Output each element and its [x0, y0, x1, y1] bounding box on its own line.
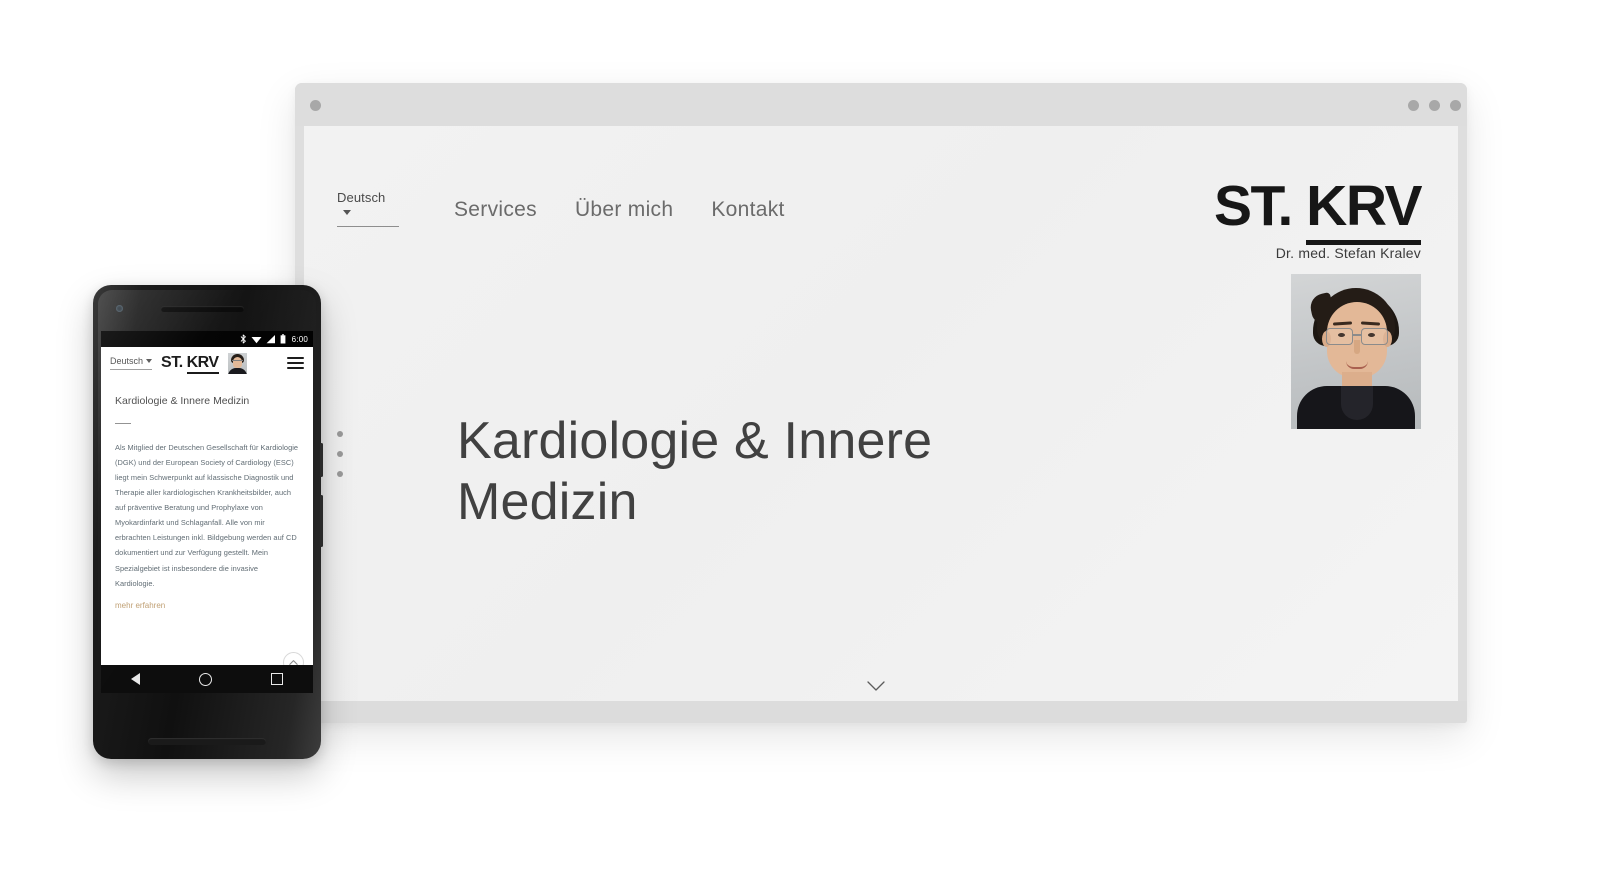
- browser-window-mockup: Deutsch Services Über mich Kontakt ST. K…: [295, 83, 1467, 723]
- desktop-language-label: Deutsch: [337, 190, 386, 205]
- hamburger-line-1: [287, 357, 304, 359]
- title-divider: [115, 423, 131, 425]
- phone-earpiece-speaker: [161, 306, 244, 312]
- mobile-logo-first: ST.: [161, 354, 183, 371]
- section-scroll-dots[interactable]: [337, 431, 343, 491]
- mobile-brand-logo[interactable]: ST. KRV: [161, 354, 219, 374]
- phone-power-button[interactable]: [320, 443, 323, 477]
- phone-bottom-speaker-grille: [148, 738, 266, 745]
- brand-logo-second: KRV: [1306, 174, 1422, 245]
- status-bar-time: 6:00: [291, 334, 308, 344]
- desktop-language-selector[interactable]: Deutsch: [337, 190, 399, 227]
- desktop-main-nav: Services Über mich Kontakt: [454, 198, 785, 222]
- window-dot-left[interactable]: [310, 100, 321, 111]
- portrait-shirt: [1341, 386, 1373, 421]
- mobile-language-label: Deutsch: [110, 356, 144, 366]
- nav-item-ueber-mich[interactable]: Über mich: [575, 198, 673, 222]
- bluetooth-icon: [240, 334, 246, 344]
- back-triangle-icon[interactable]: [130, 673, 140, 685]
- hero-title: Kardiologie & Innere Medizin: [457, 412, 933, 532]
- browser-viewport: Deutsch Services Über mich Kontakt ST. K…: [304, 126, 1458, 701]
- avatar-portrait-icon[interactable]: [227, 352, 247, 374]
- section-dot-3[interactable]: [337, 471, 343, 477]
- mobile-page-title: Kardiologie & Innere Medizin: [115, 395, 250, 407]
- battery-icon: [280, 334, 286, 344]
- wifi-icon: [251, 337, 262, 344]
- doctor-portrait-photo: [1291, 274, 1421, 430]
- hamburger-line-3: [287, 367, 304, 369]
- mobile-content-panel: Kardiologie & Innere Medizin Als Mitglie…: [101, 379, 313, 679]
- brand-subtitle: Dr. med. Stefan Kralev: [1275, 245, 1421, 262]
- hero-section: Kardiologie & Innere Medizin: [457, 411, 1077, 534]
- window-dot-right-3[interactable]: [1408, 100, 1419, 111]
- brand-block[interactable]: ST. KRV Dr. med. Stefan Kralev: [1214, 174, 1422, 430]
- phone-front-camera-icon: [116, 305, 123, 312]
- mehr-erfahren-link[interactable]: mehr erfahren: [115, 601, 299, 610]
- screenshot-stage: Deutsch Services Über mich Kontakt ST. K…: [0, 0, 1600, 880]
- window-dot-right-2[interactable]: [1429, 100, 1440, 111]
- chevron-down-icon: [146, 359, 153, 363]
- mobile-logo-second: KRV: [186, 354, 219, 374]
- nav-item-services[interactable]: Services: [454, 198, 537, 222]
- hamburger-line-2: [287, 362, 304, 364]
- chevron-down-icon: [343, 210, 351, 215]
- portrait-lens-right: [1361, 328, 1388, 346]
- portrait-lens-left: [1326, 328, 1353, 346]
- home-circle-icon[interactable]: [198, 672, 212, 686]
- phone-volume-button[interactable]: [320, 495, 323, 547]
- browser-titlebar: [295, 83, 1467, 126]
- section-dot-1[interactable]: [337, 431, 343, 437]
- portrait-glasses-bridge: [1353, 334, 1361, 336]
- brand-logo: ST. KRV: [1214, 174, 1422, 245]
- mobile-site-header: Deutsch ST. KRV: [101, 347, 313, 379]
- section-dot-2[interactable]: [337, 451, 343, 457]
- recents-square-icon[interactable]: [271, 673, 284, 685]
- chevron-down-icon[interactable]: [864, 674, 888, 698]
- phone-screen: 6:00 Deutsch ST. KRV Kardiologie & Inner…: [101, 331, 313, 693]
- android-navigation-bar: [101, 665, 313, 693]
- portrait-nose: [1354, 340, 1360, 355]
- browser-footer-bar: [295, 701, 1467, 723]
- window-dot-right-1[interactable]: [1450, 100, 1461, 111]
- avatar-glasses: [231, 359, 243, 364]
- mobile-body-text: Als Mitglied der Deutschen Gesellschaft …: [115, 443, 299, 588]
- android-status-bar: 6:00: [101, 331, 313, 347]
- signal-icon: [266, 335, 275, 344]
- avatar-body: [227, 367, 247, 374]
- mobile-language-selector[interactable]: Deutsch: [110, 356, 153, 370]
- nav-item-kontakt[interactable]: Kontakt: [711, 198, 784, 222]
- hamburger-menu-icon[interactable]: [287, 357, 304, 369]
- phone-mockup: 6:00 Deutsch ST. KRV Kardiologie & Inner…: [93, 285, 323, 759]
- brand-logo-first: ST.: [1213, 174, 1293, 238]
